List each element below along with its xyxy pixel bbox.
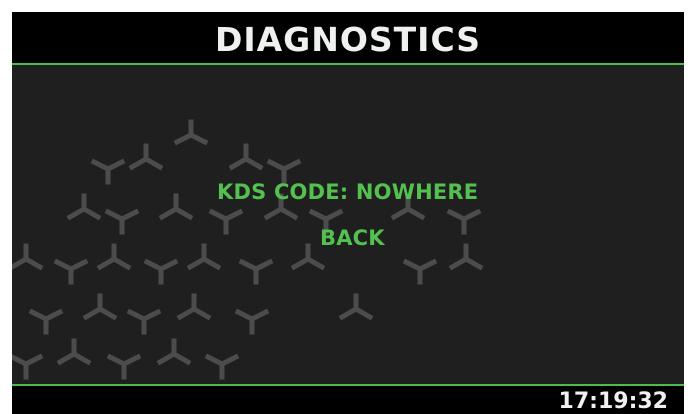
hexagon-pattern-icon — [12, 119, 484, 380]
back-button[interactable]: BACK — [320, 228, 385, 249]
page-title: DIAGNOSTICS — [214, 19, 482, 59]
menu-item-kds-code[interactable]: KDS CODE: NOWHERE — [217, 182, 478, 203]
header-bar: DIAGNOSTICS — [12, 12, 684, 65]
clock: 17:19:32 — [558, 389, 668, 414]
diagnostics-screen: DIAGNOSTICS KDS CODE: NOWHERE BACK 17:19… — [12, 12, 684, 414]
